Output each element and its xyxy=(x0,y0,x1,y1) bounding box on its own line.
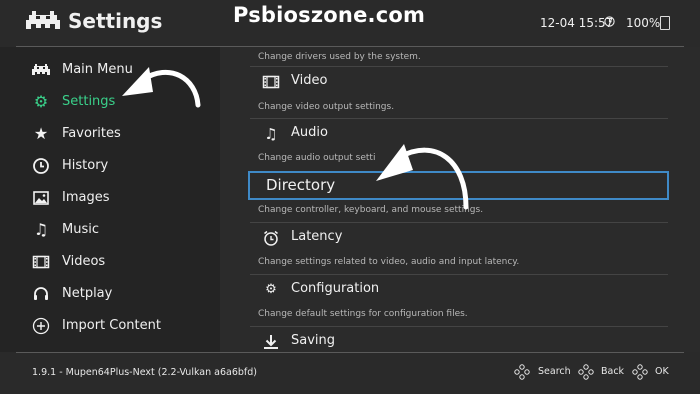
controller-buttons-icon xyxy=(514,364,530,380)
gears-icon: ⚙ xyxy=(265,282,277,297)
sidebar-item-images[interactable]: Images xyxy=(0,184,220,214)
entry-sublabel: Change drivers used by the system. xyxy=(258,52,421,62)
entry-sublabel: Change settings related to video, audio … xyxy=(258,257,520,267)
sidebar-item-label: Videos xyxy=(62,254,106,269)
image-icon xyxy=(33,191,49,205)
sidebar-item-history[interactable]: History xyxy=(0,152,220,182)
star-icon: ★ xyxy=(33,124,49,143)
headset-icon xyxy=(34,287,48,300)
entry-sublabel: Change controller, keyboard, and mouse s… xyxy=(258,205,484,215)
entry-label: Audio xyxy=(291,125,328,140)
divider xyxy=(250,118,668,119)
controller-buttons-icon xyxy=(578,364,594,380)
sidebar-item-label: Netplay xyxy=(62,286,113,301)
back-button[interactable]: Back xyxy=(601,366,624,377)
retroarch-logo-icon xyxy=(26,11,60,29)
gear-icon: ⚙ xyxy=(33,92,49,111)
divider xyxy=(250,274,668,275)
entry-label: Configuration xyxy=(291,281,380,296)
settings-entry-latency[interactable]: Latency xyxy=(250,224,668,252)
download-icon xyxy=(264,335,278,349)
battery-text: 100% xyxy=(626,16,661,30)
settings-entry-saving[interactable]: Saving xyxy=(250,328,668,352)
settings-entry-video[interactable]: Video xyxy=(250,68,668,96)
divider xyxy=(250,222,668,223)
controller-buttons-icon xyxy=(632,364,648,380)
clock-text: 12-04 15:57 xyxy=(540,16,614,30)
sidebar-item-label: Settings xyxy=(62,94,116,109)
entry-label: Saving xyxy=(291,333,336,348)
search-button[interactable]: Search xyxy=(538,366,571,377)
entry-sublabel: Change video output settings. xyxy=(258,102,395,112)
settings-entry-audio[interactable]: ♫ Audio xyxy=(250,120,668,148)
invader-icon xyxy=(32,64,50,75)
sidebar-item-favorites[interactable]: ★ Favorites xyxy=(0,120,220,150)
divider xyxy=(250,326,668,327)
settings-list: Change drivers used by the system. Video… xyxy=(220,47,700,352)
plus-icon xyxy=(32,317,50,335)
version-text: 1.9.1 - Mupen64Plus-Next (2.2-Vulkan a6a… xyxy=(32,367,257,378)
history-icon xyxy=(33,158,49,174)
entry-label: Video xyxy=(291,73,328,88)
battery-icon xyxy=(660,16,670,30)
entry-sublabel: Change audio output setti xyxy=(258,153,376,163)
ok-button[interactable]: OK xyxy=(655,366,669,377)
alarm-icon xyxy=(264,230,278,246)
entry-sublabel: Change default settings for configuratio… xyxy=(258,309,468,319)
sidebar: Main Menu ⚙ Settings ★ Favorites History… xyxy=(0,47,220,352)
sidebar-item-label: Music xyxy=(62,222,99,237)
settings-entry-configuration[interactable]: ⚙ Configuration xyxy=(250,276,668,304)
music-icon: ♫ xyxy=(264,125,278,143)
film-icon xyxy=(32,255,50,269)
watermark-text: Psbioszone.com xyxy=(233,3,426,27)
sidebar-item-label: Images xyxy=(62,190,110,205)
sidebar-item-label: Import Content xyxy=(62,318,161,333)
sidebar-item-label: Main Menu xyxy=(62,62,133,77)
entry-label: Latency xyxy=(291,229,343,244)
film-icon xyxy=(262,75,280,89)
sidebar-item-main-menu[interactable]: Main Menu xyxy=(0,56,220,86)
sidebar-item-videos[interactable]: Videos xyxy=(0,248,220,278)
sidebar-item-label: History xyxy=(62,158,109,173)
divider xyxy=(250,66,668,67)
page-title: Settings xyxy=(68,9,163,33)
settings-entry-directory[interactable]: Directory xyxy=(248,171,669,200)
clock-icon xyxy=(604,16,615,27)
sidebar-item-import-content[interactable]: Import Content xyxy=(0,312,220,342)
music-icon: ♫ xyxy=(33,220,49,239)
sidebar-item-music[interactable]: ♫ Music xyxy=(0,216,220,246)
sidebar-item-netplay[interactable]: Netplay xyxy=(0,280,220,310)
footer: 1.9.1 - Mupen64Plus-Next (2.2-Vulkan a6a… xyxy=(0,353,700,394)
sidebar-item-settings[interactable]: ⚙ Settings xyxy=(0,88,220,118)
sidebar-item-label: Favorites xyxy=(62,126,121,141)
header: Settings Psbioszone.com 12-04 15:57 100% xyxy=(0,0,700,46)
entry-label: Directory xyxy=(266,176,336,194)
